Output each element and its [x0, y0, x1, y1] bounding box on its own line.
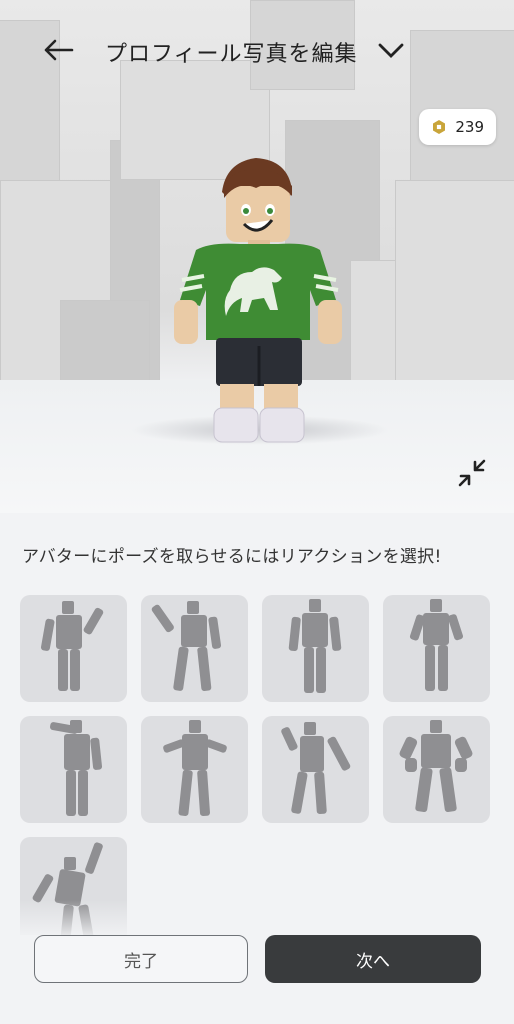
background-building: [395, 180, 514, 390]
pose-salute-icon: [49, 720, 103, 816]
arrow-left-icon[interactable]: [40, 32, 76, 68]
reaction-tile-point[interactable]: [262, 716, 369, 823]
robux-amount: 239: [455, 118, 484, 136]
reaction-tile-arms-akimbo[interactable]: [383, 595, 490, 702]
avatar-preview-scene: [0, 0, 514, 513]
chevron-down-icon[interactable]: [376, 38, 406, 62]
robux-balance-badge[interactable]: 239: [419, 109, 496, 145]
reaction-tile-salute[interactable]: [20, 716, 127, 823]
header-bar: プロフィール写真を編集: [0, 30, 514, 70]
page-title[interactable]: プロフィール写真を編集: [105, 36, 358, 68]
reaction-tile-wave[interactable]: [20, 595, 127, 702]
pose-flex-icon: [399, 720, 473, 813]
robux-icon: [433, 120, 446, 134]
pose-wave-icon: [40, 601, 104, 691]
reaction-prompt: アバターにポーズを取らせるにはリアクションを選択!: [22, 547, 442, 567]
footer-bar: 完了 次へ: [0, 935, 514, 1024]
collapse-icon[interactable]: [452, 453, 492, 493]
reaction-tile-shrug[interactable]: [141, 716, 248, 823]
pose-idle-stand-icon: [288, 599, 342, 693]
next-button[interactable]: 次へ: [265, 935, 481, 983]
reaction-tile-idle-stand[interactable]: [262, 595, 369, 702]
pose-arms-akimbo-icon: [409, 599, 464, 691]
reaction-tile-salute-left[interactable]: [141, 595, 248, 702]
pose-salute-left-icon: [151, 601, 222, 691]
reaction-tile-flex[interactable]: [383, 716, 490, 823]
pose-point-icon: [281, 722, 351, 815]
avatar-figure: [174, 158, 342, 443]
scroll-fade: [0, 900, 514, 940]
background-building: [60, 300, 150, 390]
pose-shrug-icon: [163, 720, 227, 817]
done-button[interactable]: 完了: [34, 935, 248, 983]
